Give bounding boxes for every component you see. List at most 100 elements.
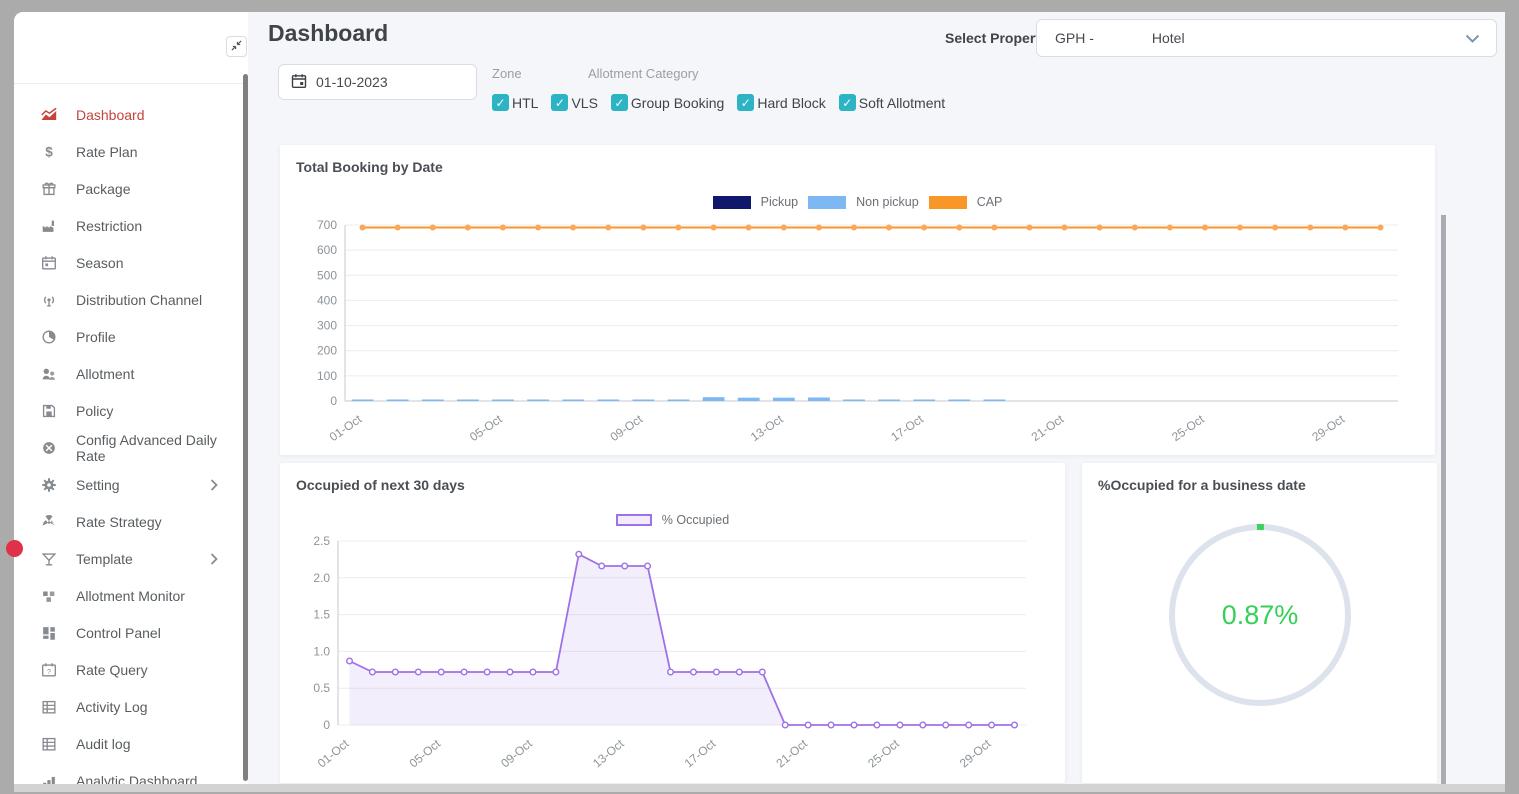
svg-text:2.0: 2.0 [313,571,330,585]
table-icon [40,735,58,753]
sidebar-item-label: Template [76,551,133,567]
dollar-icon: $ [40,143,58,161]
svg-text:200: 200 [317,344,337,358]
sidebar-item-label: Package [76,181,130,197]
zone-label: Zone [492,66,522,81]
sidebar-item-dashboard[interactable]: Dashboard [14,96,248,133]
sidebar-item-label: Allotment [76,366,134,382]
svg-text:29-Oct: 29-Oct [1309,412,1347,445]
svg-text:09-Oct: 09-Oct [608,412,646,445]
sidebar-item-label: Restriction [76,218,142,234]
sidebar-item-rate-plan[interactable]: $ Rate Plan [14,133,248,170]
nonpickup-legend-label: Non pickup [856,195,919,209]
broadcast-icon [40,291,58,309]
occupied-chart: 00.51.01.52.02.501-Oct05-Oct09-Oct13-Oct… [280,527,1065,778]
property-name: Hotel [1152,30,1185,46]
total-booking-card: Total Booking by Date Pickup Non pickup … [280,145,1435,455]
sidebar-item-rate-query[interactable]: ? Rate Query [14,651,248,688]
svg-text:13-Oct: 13-Oct [748,412,786,445]
sidebar-item-setting[interactable]: Setting [14,466,248,503]
grid-icon [40,624,58,642]
allotment-category-label: Allotment Category [588,66,699,81]
sidebar-item-label: Rate Plan [76,144,137,160]
sidebar-item-label: Audit log [76,736,130,752]
svg-text:700: 700 [317,218,337,232]
sidebar-item-audit-log[interactable]: Audit log [14,725,248,762]
checkbox-htl[interactable]: ✓ HTL [492,94,538,111]
svg-text:600: 600 [317,243,337,257]
svg-text:1.5: 1.5 [313,608,330,622]
sidebar-item-distribution-channel[interactable]: Distribution Channel [14,281,248,318]
sidebar-collapse-button[interactable] [226,36,247,57]
sidebar-menu: Dashboard $ Rate Plan Package Restrictio… [14,84,248,784]
business-date-input[interactable]: 01-10-2023 [278,64,477,100]
checkbox-vls[interactable]: ✓ VLS [551,94,597,111]
donut-chart: 0.87% [1082,499,1437,739]
page-title: Dashboard [268,20,388,47]
window-frame: Dashboard $ Rate Plan Package Restrictio… [0,0,1519,794]
checkbox-hard-block[interactable]: ✓ Hard Block [737,94,825,111]
sidebar-item-restriction[interactable]: Restriction [14,207,248,244]
checkbox-checked-icon: ✓ [551,94,568,111]
occupied-business-date-card: %Occupied for a business date 0.87% [1082,463,1437,783]
gear-icon [40,476,58,494]
chevron-down-icon [1465,34,1480,43]
svg-text:1.0: 1.0 [313,644,330,658]
svg-text:0: 0 [330,394,337,408]
sidebar-item-profile[interactable]: Profile [14,318,248,355]
checkbox-group-booking[interactable]: ✓ Group Booking [611,94,724,111]
sidebar-item-analytic-dashboard[interactable]: Analytic Dashboard [14,762,248,784]
horizontal-scrollbar[interactable] [14,784,1505,792]
sidebar-item-rate-strategy[interactable]: Rate Strategy [14,503,248,540]
factory-icon [40,217,58,235]
sidebar-item-allotment[interactable]: Allotment [14,355,248,392]
boxes-icon [40,587,58,605]
sidebar-item-allotment-monitor[interactable]: Allotment Monitor [14,577,248,614]
sidebar-item-package[interactable]: Package [14,170,248,207]
svg-text:25-Oct: 25-Oct [865,736,902,770]
svg-text:?: ? [47,667,51,676]
sidebar-scrollbar[interactable] [243,74,248,781]
pickup-legend-label: Pickup [761,195,799,209]
checkbox-soft-allotment[interactable]: ✓ Soft Allotment [839,94,945,111]
sidebar-item-template[interactable]: Template [14,540,248,577]
table-icon [40,698,58,716]
sidebar-item-label: Rate Strategy [76,514,162,530]
dashboard-icon [40,106,58,124]
cap-legend-label: CAP [977,195,1003,209]
svg-text:$: $ [45,144,53,159]
sidebar-logo-area [14,12,248,84]
sidebar-item-config-advanced-daily-rate[interactable]: Config Advanced Daily Rate [14,429,248,466]
select-property-label: Select Property [945,30,1048,46]
vertical-scrollbar[interactable] [1441,215,1446,784]
sidebar-item-label: Season [76,255,123,271]
sidebar-item-label: Allotment Monitor [76,588,185,604]
checkbox-label: VLS [571,95,597,111]
sidebar-item-label: Analytic Dashboard [76,773,197,785]
app-window: Dashboard $ Rate Plan Package Restrictio… [14,12,1505,784]
chevron-right-icon [210,479,218,491]
nonpickup-legend-swatch [808,196,846,209]
donut-value: 0.87% [1221,600,1298,630]
sidebar-item-label: Dashboard [76,107,145,123]
svg-text:17-Oct: 17-Oct [682,736,719,770]
checkbox-checked-icon: ✓ [839,94,856,111]
sidebar-item-activity-log[interactable]: Activity Log [14,688,248,725]
checkbox-checked-icon: ✓ [737,94,754,111]
svg-text:100: 100 [317,369,337,383]
sidebar-item-policy[interactable]: Policy [14,392,248,429]
cap-legend-swatch [929,196,967,209]
sidebar-item-label: Policy [76,403,113,419]
checkbox-label: HTL [512,95,538,111]
gift-icon [40,180,58,198]
svg-text:0.5: 0.5 [313,681,330,695]
pickup-legend-swatch [713,196,751,209]
svg-text:0: 0 [323,718,330,732]
sidebar: Dashboard $ Rate Plan Package Restrictio… [14,12,248,784]
sidebar-item-season[interactable]: Season [14,244,248,281]
svg-text:500: 500 [317,268,337,282]
property-select[interactable]: GPH - Hotel [1036,19,1497,57]
checkbox-checked-icon: ✓ [611,94,628,111]
sidebar-item-control-panel[interactable]: Control Panel [14,614,248,651]
funnel-icon [40,550,58,568]
